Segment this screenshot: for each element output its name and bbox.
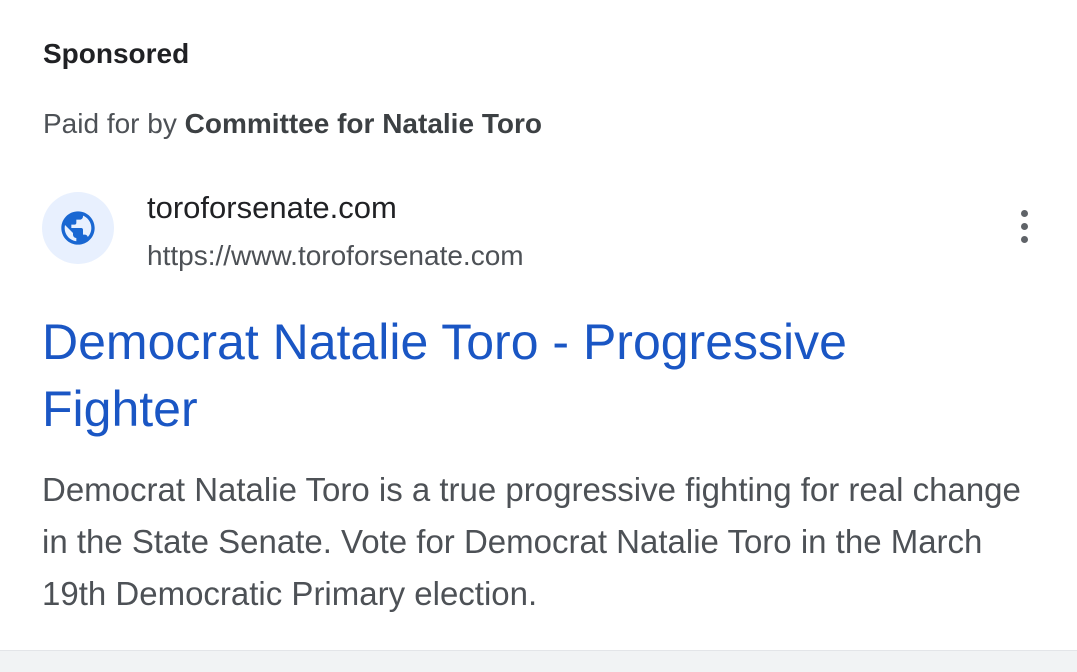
site-url[interactable]: https://www.toroforsenate.com bbox=[147, 240, 524, 272]
site-name[interactable]: toroforsenate.com bbox=[147, 190, 397, 226]
sponsored-label: Sponsored bbox=[43, 38, 190, 69]
paid-for-by-line: Paid for by Committee for Natalie Toro bbox=[43, 108, 542, 140]
sponsored-ad-card: Sponsored Paid for by Committee for Nata… bbox=[0, 0, 1077, 650]
globe-icon bbox=[61, 211, 95, 245]
ad-description: Democrat Natalie Toro is a true progress… bbox=[42, 471, 1021, 612]
paid-for-by-prefix: Paid for by bbox=[43, 108, 185, 139]
more-vertical-icon-dot-bottom bbox=[1020, 235, 1028, 243]
section-divider bbox=[0, 650, 1077, 672]
more-options-button[interactable] bbox=[1004, 204, 1044, 248]
more-vertical-icon-dot-middle bbox=[1020, 222, 1028, 230]
site-favicon[interactable] bbox=[42, 192, 114, 264]
ad-headline-link[interactable]: Democrat Natalie Toro - Progressive Figh… bbox=[42, 309, 982, 443]
more-vertical-icon-dot-top bbox=[1020, 209, 1028, 217]
sponsor-name: Committee for Natalie Toro bbox=[184, 108, 542, 139]
